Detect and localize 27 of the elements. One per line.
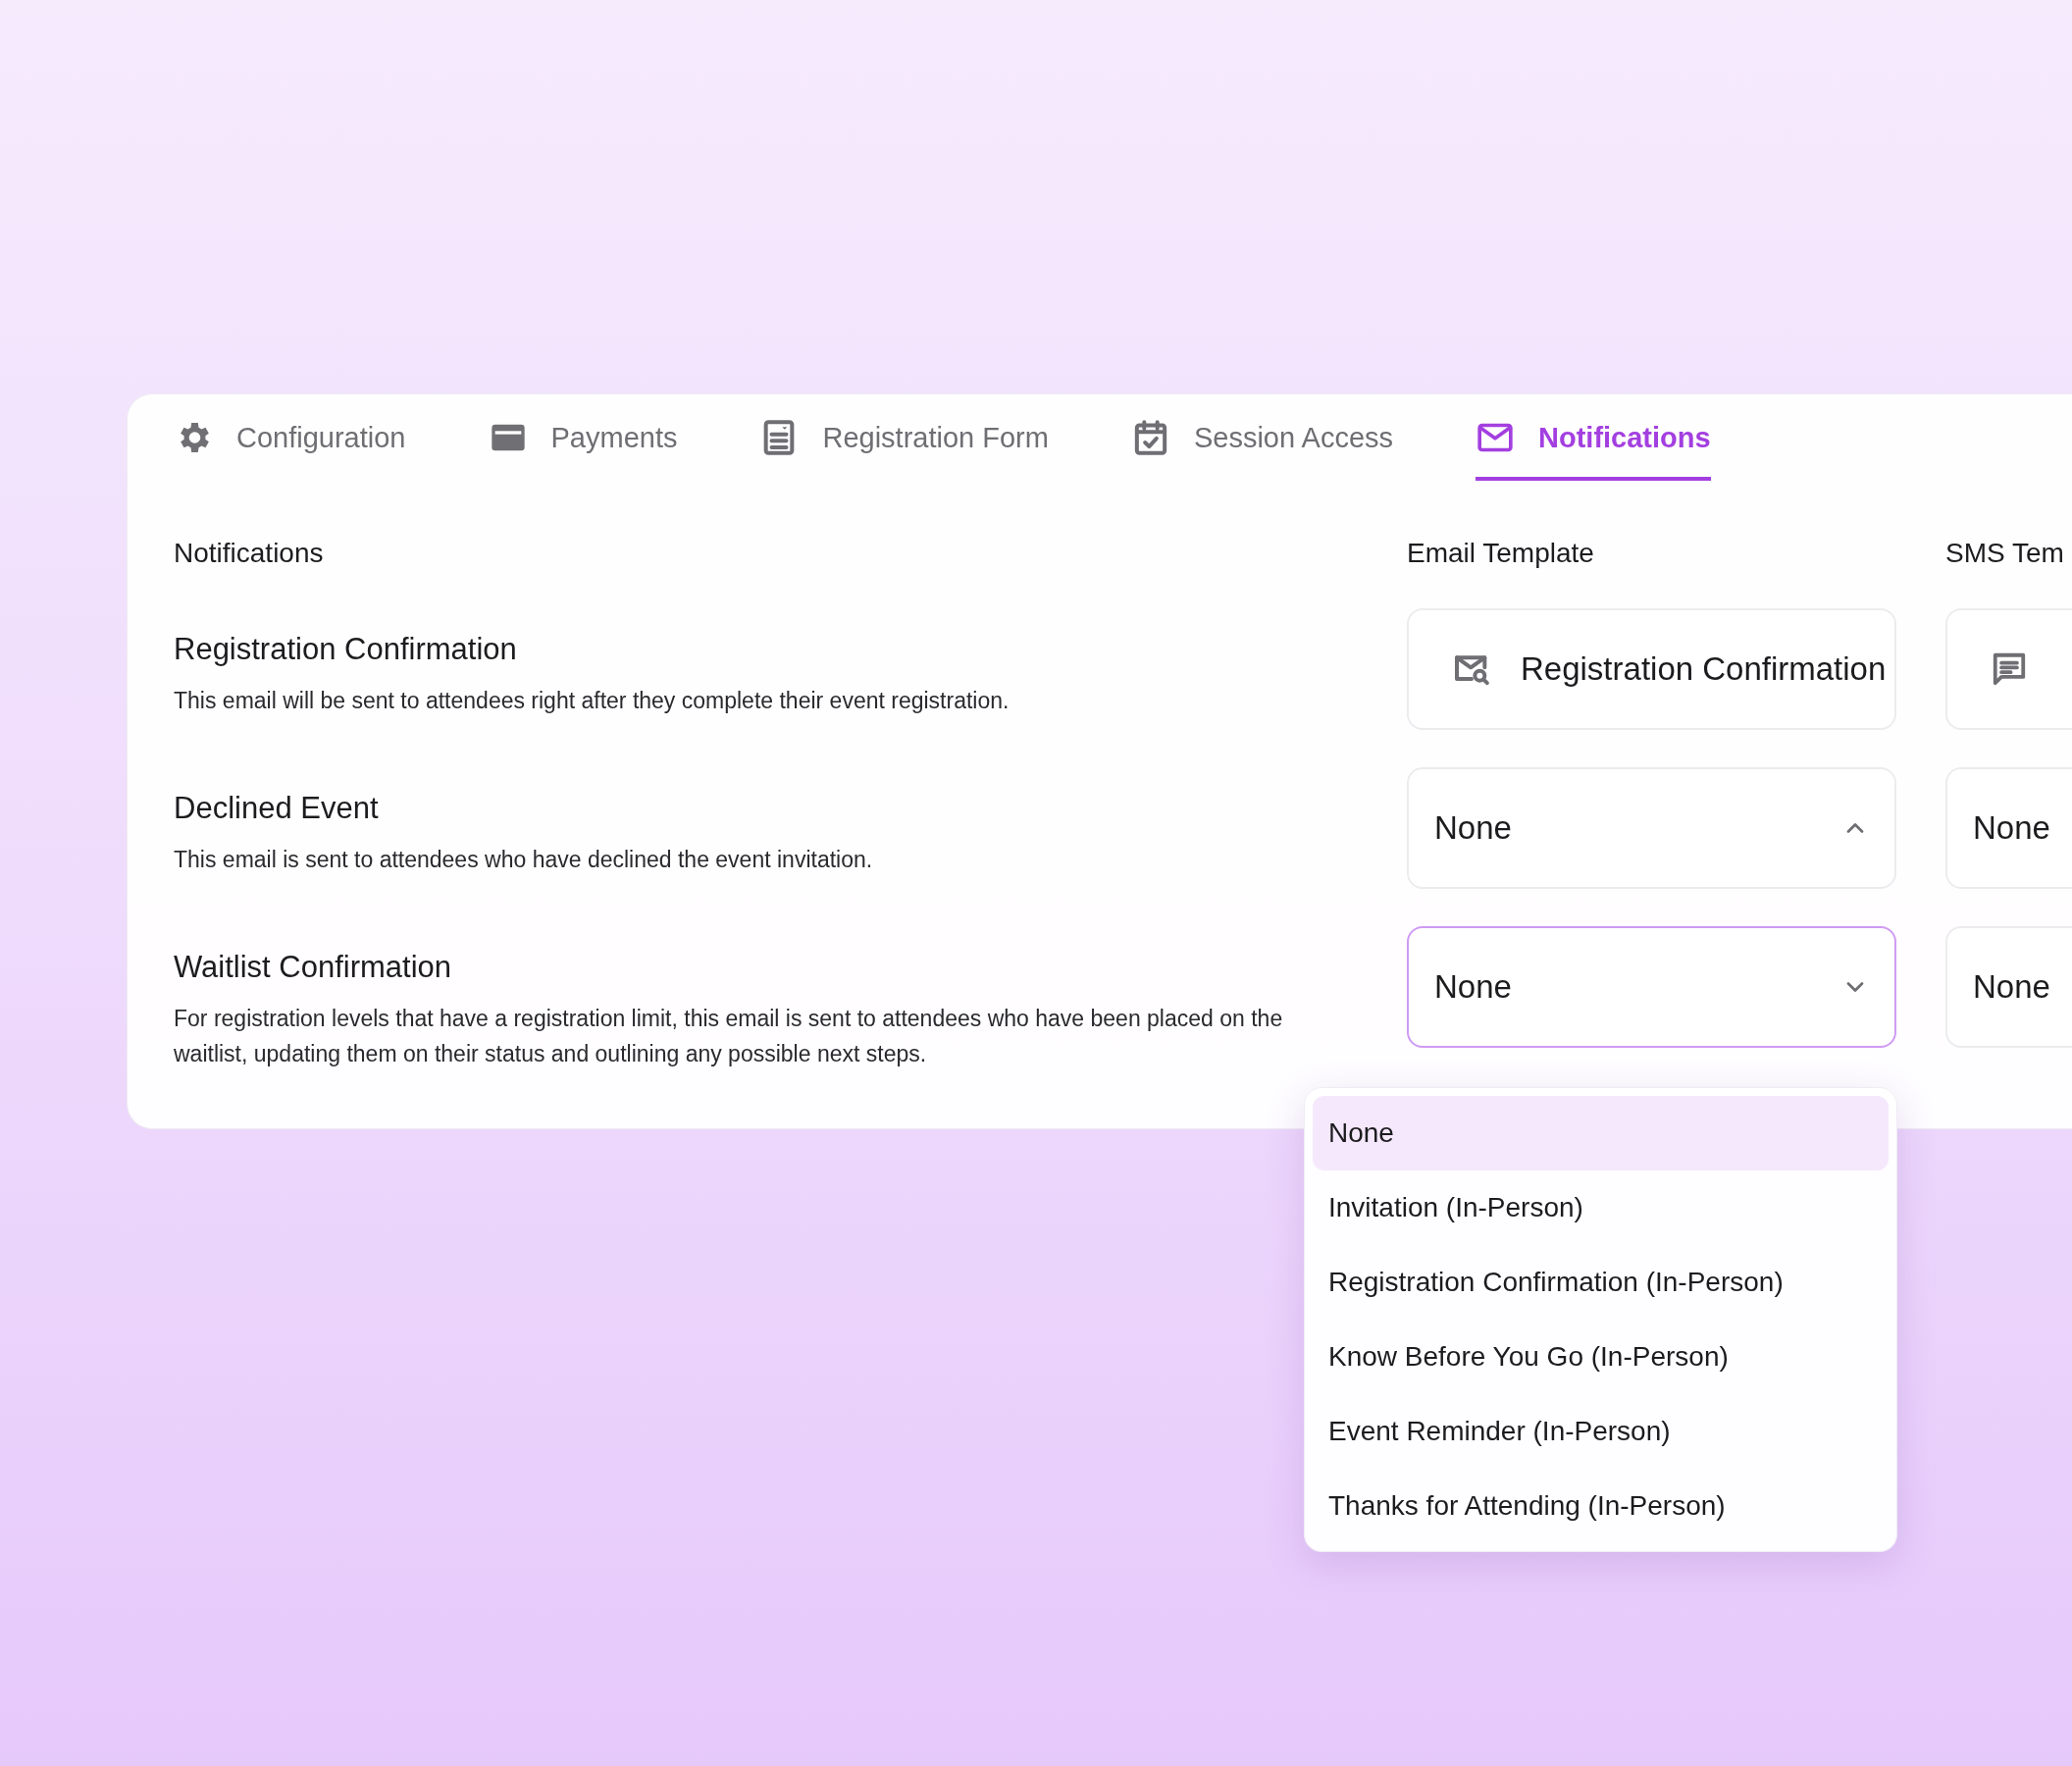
row-description: For registration levels that have a registration limit, this email is sent to attendees who have been placed on the waitlist, updating them on their status and outlining any possible next steps.	[174, 1005, 1284, 1068]
dropdown-option[interactable]: None	[1313, 1096, 1889, 1170]
dropdown-option[interactable]: Thanks for Attending (In-Person)	[1313, 1469, 1889, 1543]
template-field[interactable]	[1945, 608, 2072, 730]
dropdown-option[interactable]: Event Reminder (In-Person)	[1313, 1394, 1889, 1469]
row-title: Registration Confirmation	[174, 631, 518, 668]
row-description: This email will be sent to attendees right after they complete their event registration.	[174, 687, 1010, 715]
column-header: Email Template	[1407, 537, 1595, 570]
message-icon	[1991, 650, 2028, 688]
column-header: Notifications	[174, 537, 325, 570]
tab[interactable]: Registration Form	[759, 394, 1049, 481]
tab[interactable]: Notifications	[1476, 394, 1711, 481]
column-header: SMS Tem	[1945, 537, 2065, 570]
tab[interactable]: Configuration	[174, 394, 406, 481]
select-field[interactable]: None	[1945, 767, 2072, 889]
row-description: This email is sent to attendees who have declined the event invitation.	[174, 846, 874, 874]
select-field[interactable]: None	[1407, 767, 1896, 889]
tab[interactable]: Session Access	[1130, 394, 1394, 481]
row-title: Waitlist Confirmation	[174, 949, 453, 986]
dropdown-option[interactable]: Invitation (In-Person)	[1313, 1170, 1889, 1245]
tab[interactable]: Payments	[488, 394, 678, 481]
dropdown-option[interactable]: Registration Confirmation (In-Person)	[1313, 1245, 1889, 1320]
template-field[interactable]: Registration Confirmation	[1407, 608, 1896, 730]
row-title: Declined Event	[174, 790, 380, 827]
select-field[interactable]: None	[1407, 926, 1896, 1048]
dropdown-option[interactable]: Know Before You Go (In-Person)	[1313, 1320, 1889, 1394]
select-field[interactable]: None	[1945, 926, 2072, 1048]
